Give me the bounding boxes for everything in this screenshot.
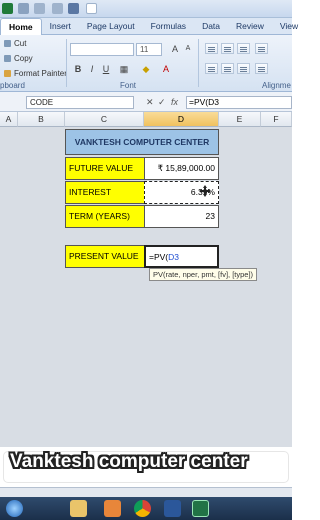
formula-bar: CODE ✕ ✓ fx =PV(D3 — [0, 92, 292, 112]
move-cursor-icon — [199, 185, 211, 197]
font-color-icon[interactable]: A — [160, 63, 172, 75]
media-player-icon[interactable] — [104, 500, 121, 517]
align-bottom-icon[interactable] — [237, 43, 250, 54]
brush-icon — [4, 70, 11, 77]
sheet-title-cell[interactable]: VANKTESH COMPUTER CENTER — [65, 129, 219, 155]
font-size-select[interactable]: 11 — [136, 43, 162, 56]
italic-button[interactable]: I — [86, 63, 98, 75]
gridline — [261, 127, 262, 447]
gridline — [18, 127, 19, 447]
ribbon-tabs: Home Insert Page Layout Formulas Data Re… — [0, 18, 298, 35]
ribbon: Cut Copy Format Painter pboard 11 A A B … — [0, 35, 292, 92]
banner-caption: Vanktesh computer center — [10, 451, 248, 472]
column-header-c[interactable]: C — [65, 112, 144, 127]
present-value-cell[interactable]: =PV(D3 — [144, 245, 219, 268]
format-painter-label: Format Painter — [14, 69, 67, 78]
redo-icon[interactable] — [34, 3, 45, 14]
word-icon[interactable] — [164, 500, 181, 517]
column-header-f[interactable]: F — [261, 112, 292, 127]
excel-logo-icon[interactable] — [2, 3, 13, 14]
undo-icon[interactable] — [18, 3, 29, 14]
new-document-icon[interactable] — [86, 3, 97, 14]
function-tooltip: PV(rate, nper, pmt, [fv], [type]) — [149, 268, 258, 281]
grow-font-icon[interactable]: A — [169, 43, 181, 55]
gridline — [219, 127, 220, 447]
align-right-icon[interactable] — [237, 63, 250, 74]
orientation-icon[interactable] — [255, 43, 268, 54]
borders-icon[interactable]: ▦ — [118, 63, 130, 75]
future-value-label[interactable]: FUTURE VALUE — [65, 157, 145, 180]
tab-data[interactable]: Data — [194, 18, 228, 35]
print-icon[interactable] — [52, 3, 63, 14]
copy-button[interactable]: Copy — [4, 54, 33, 63]
underline-button[interactable]: U — [100, 63, 112, 75]
align-top-icon[interactable] — [205, 43, 218, 54]
taskbar — [0, 497, 292, 520]
fill-color-icon[interactable]: ◆ — [140, 63, 152, 75]
copy-label: Copy — [14, 54, 33, 63]
font-group-label: Font — [120, 81, 137, 90]
font-family-select[interactable] — [70, 43, 134, 56]
future-value-cell[interactable]: ₹ 15,89,000.00 — [144, 157, 219, 180]
shrink-font-icon[interactable]: A — [182, 43, 194, 55]
sheet-tabs-bar — [0, 487, 292, 497]
column-header-d[interactable]: D — [144, 112, 219, 127]
indent-icon[interactable] — [255, 63, 268, 74]
column-header-b[interactable]: B — [18, 112, 65, 127]
present-value-prefix: =PV( — [149, 252, 169, 262]
folder-icon[interactable] — [70, 500, 87, 517]
present-value-ref: D3 — [168, 252, 180, 262]
column-header-e[interactable]: E — [219, 112, 261, 127]
insert-function-icon[interactable]: fx — [171, 97, 178, 107]
save-icon[interactable] — [68, 3, 79, 14]
align-left-icon[interactable] — [205, 63, 218, 74]
tab-page-layout[interactable]: Page Layout — [79, 18, 143, 35]
name-box[interactable]: CODE — [26, 96, 134, 109]
formula-input[interactable]: =PV(D3 — [186, 96, 292, 109]
tab-home[interactable]: Home — [0, 18, 42, 35]
ribbon-divider — [198, 39, 199, 87]
ribbon-divider — [66, 39, 67, 87]
interest-label[interactable]: INTEREST — [65, 181, 145, 204]
chrome-icon[interactable] — [134, 500, 151, 517]
cut-button[interactable]: Cut — [4, 39, 26, 48]
copy-icon — [4, 55, 11, 62]
term-cell[interactable]: 23 — [144, 205, 219, 228]
tab-review[interactable]: Review — [228, 18, 272, 35]
tab-formulas[interactable]: Formulas — [143, 18, 194, 35]
cut-label: Cut — [14, 39, 27, 48]
clipboard-group-label: pboard — [0, 81, 25, 90]
term-label[interactable]: TERM (YEARS) — [65, 205, 145, 228]
bold-button[interactable]: B — [72, 63, 84, 75]
tab-view[interactable]: View — [272, 18, 306, 35]
enter-icon[interactable]: ✓ — [158, 97, 166, 108]
excel-icon[interactable] — [192, 500, 209, 517]
title-bar — [0, 0, 292, 18]
format-painter-button[interactable]: Format Painter — [4, 69, 67, 78]
cancel-icon[interactable]: ✕ — [146, 97, 154, 108]
tab-insert[interactable]: Insert — [42, 18, 79, 35]
present-value-label[interactable]: PRESENT VALUE — [65, 245, 145, 268]
alignment-group-label: Alignme — [262, 81, 291, 90]
align-middle-icon[interactable] — [221, 43, 234, 54]
scissors-icon — [4, 40, 11, 47]
align-center-icon[interactable] — [221, 63, 234, 74]
column-header-a[interactable]: A — [0, 112, 18, 127]
start-orb-icon[interactable] — [6, 500, 23, 517]
